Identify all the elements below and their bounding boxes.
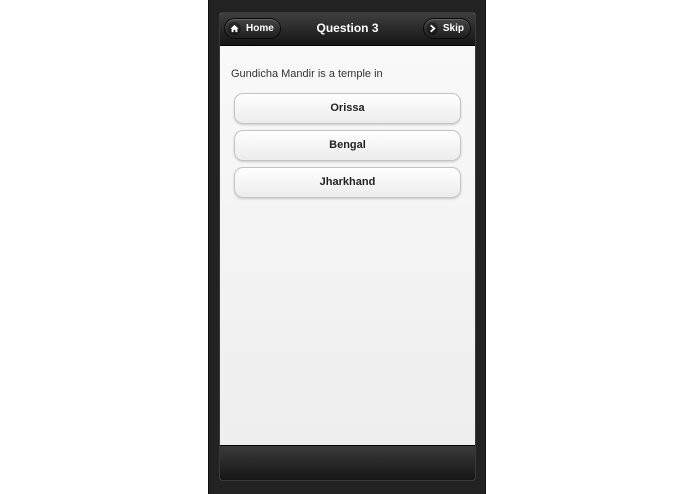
question-text: Gundicha Mandir is a temple in: [231, 68, 383, 80]
skip-button[interactable]: Skip: [423, 18, 471, 39]
app-screen: Question 3 Home Skip Gundicha Mandir is …: [219, 12, 476, 481]
answer-button-jharkhand[interactable]: Jharkhand: [234, 167, 461, 198]
answer-button-bengal[interactable]: Bengal: [234, 130, 461, 161]
answer-button-orissa[interactable]: Orissa: [234, 93, 461, 124]
device-frame: Question 3 Home Skip Gundicha Mandir is …: [208, 0, 486, 494]
home-icon: [228, 22, 241, 35]
skip-button-label: Skip: [442, 23, 464, 34]
answer-list: Orissa Bengal Jharkhand: [234, 93, 461, 204]
home-button[interactable]: Home: [224, 18, 281, 39]
home-button-label: Home: [246, 23, 274, 34]
footer-bar: [220, 445, 475, 480]
quiz-content: Gundicha Mandir is a temple in Orissa Be…: [220, 46, 475, 446]
chevron-right-icon: [427, 22, 438, 35]
header-bar: Question 3 Home Skip: [220, 13, 475, 46]
